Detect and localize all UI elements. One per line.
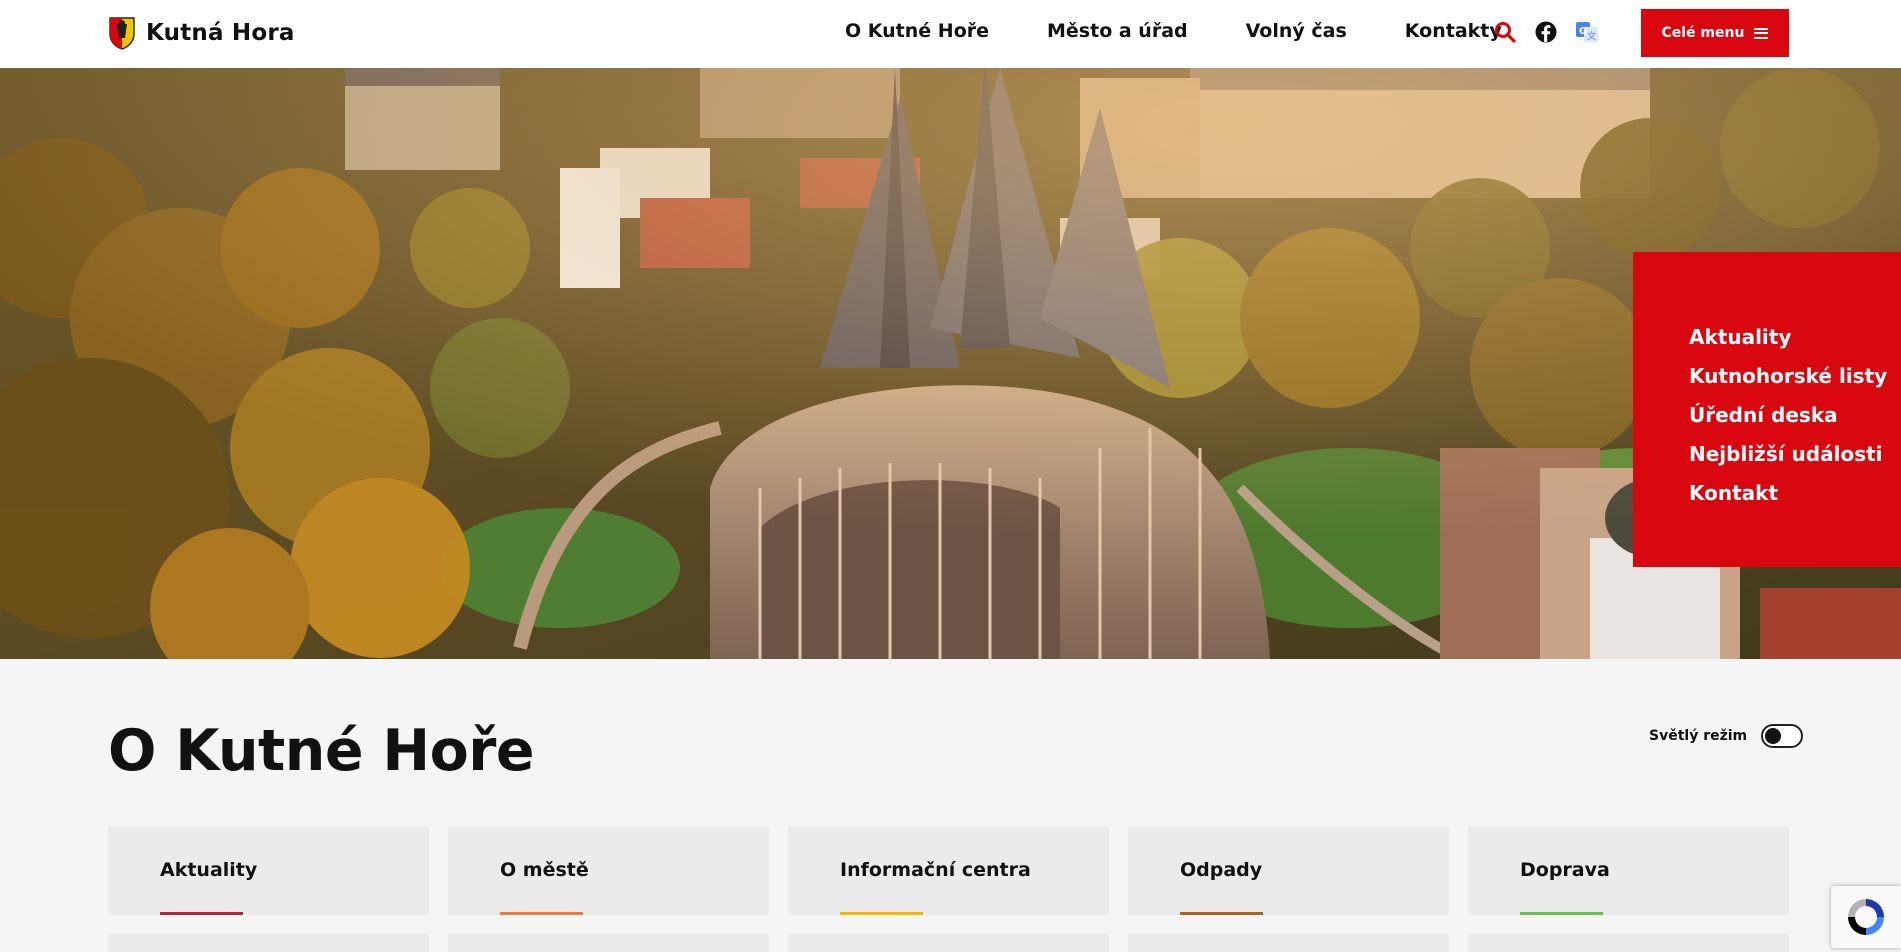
card-accent-bar [840,912,923,915]
card-label: Odpady [1180,859,1263,881]
recaptcha-badge[interactable] [1831,886,1901,948]
main-nav: O Kutné Hoře Město a úřad Volný čas Kont… [845,20,1560,42]
full-menu-button[interactable]: Celé menu [1641,9,1789,57]
card-accent-bar [500,912,583,915]
light-mode-switch: Světlý režim [1649,724,1804,748]
card-odpady[interactable]: Odpady [1128,826,1449,915]
quick-link-kontakt[interactable]: Kontakt [1689,474,1901,513]
card-accent-bar [1180,912,1263,915]
coat-of-arms-icon [109,17,135,50]
cathedral-aerial-photo [0,68,1901,659]
nav-item-kontakty[interactable]: Kontakty [1405,20,1502,42]
card-partial[interactable] [788,934,1109,952]
svg-text:G: G [1579,26,1587,37]
facebook-icon[interactable] [1533,19,1559,45]
quick-link-aktuality[interactable]: Aktuality [1689,318,1901,357]
toggle-knob [1765,728,1782,744]
card-informacni-centra[interactable]: Informační centra [788,826,1109,915]
card-o-meste[interactable]: O městě [448,826,769,915]
card-label: O městě [500,859,589,881]
search-icon[interactable] [1492,19,1518,45]
quick-links-panel: Aktuality Kutnohorské listy Úřední deska… [1633,252,1901,567]
nav-item-volny-cas[interactable]: Volný čas [1246,20,1347,42]
quick-link-nejblizsi-udalosti[interactable]: Nejbližší události [1689,435,1901,474]
site-header: Kutná Hora O Kutné Hoře Město a úřad Vol… [0,0,1901,68]
category-cards: Aktuality O městě Informační centra Odpa… [108,826,1808,915]
brand-logo-link[interactable]: Kutná Hora [108,16,295,50]
card-partial[interactable] [448,934,769,952]
hero-image: Aktuality Kutnohorské listy Úřední deska… [0,68,1901,659]
card-accent-bar [160,912,243,915]
svg-text:文: 文 [1587,30,1596,42]
card-aktuality[interactable]: Aktuality [108,826,429,915]
card-accent-bar [1520,912,1603,915]
nav-item-mesto-a-urad[interactable]: Město a úřad [1047,20,1188,42]
full-menu-label: Celé menu [1661,25,1745,41]
card-label: Aktuality [160,859,258,881]
light-mode-label: Světlý režim [1649,728,1748,744]
hamburger-icon [1754,27,1769,39]
brand-name: Kutná Hora [146,20,295,46]
recaptcha-icon [1848,899,1884,935]
card-label: Doprava [1520,859,1610,881]
card-partial[interactable] [108,934,429,952]
category-cards-row-2 [108,934,1808,952]
nav-item-o-kutne-hore[interactable]: O Kutné Hoře [845,20,989,42]
quick-link-uredni-deska[interactable]: Úřední deska [1689,396,1901,435]
card-label: Informační centra [840,859,1031,881]
translate-icon[interactable]: G文 [1574,19,1600,45]
quick-link-kutnohorske-listy[interactable]: Kutnohorské listy [1689,357,1901,396]
card-doprava[interactable]: Doprava [1468,826,1789,915]
card-partial[interactable] [1128,934,1449,952]
page-title: O Kutné Hoře [108,718,535,784]
light-mode-toggle[interactable] [1761,724,1804,748]
card-partial[interactable] [1468,934,1789,952]
